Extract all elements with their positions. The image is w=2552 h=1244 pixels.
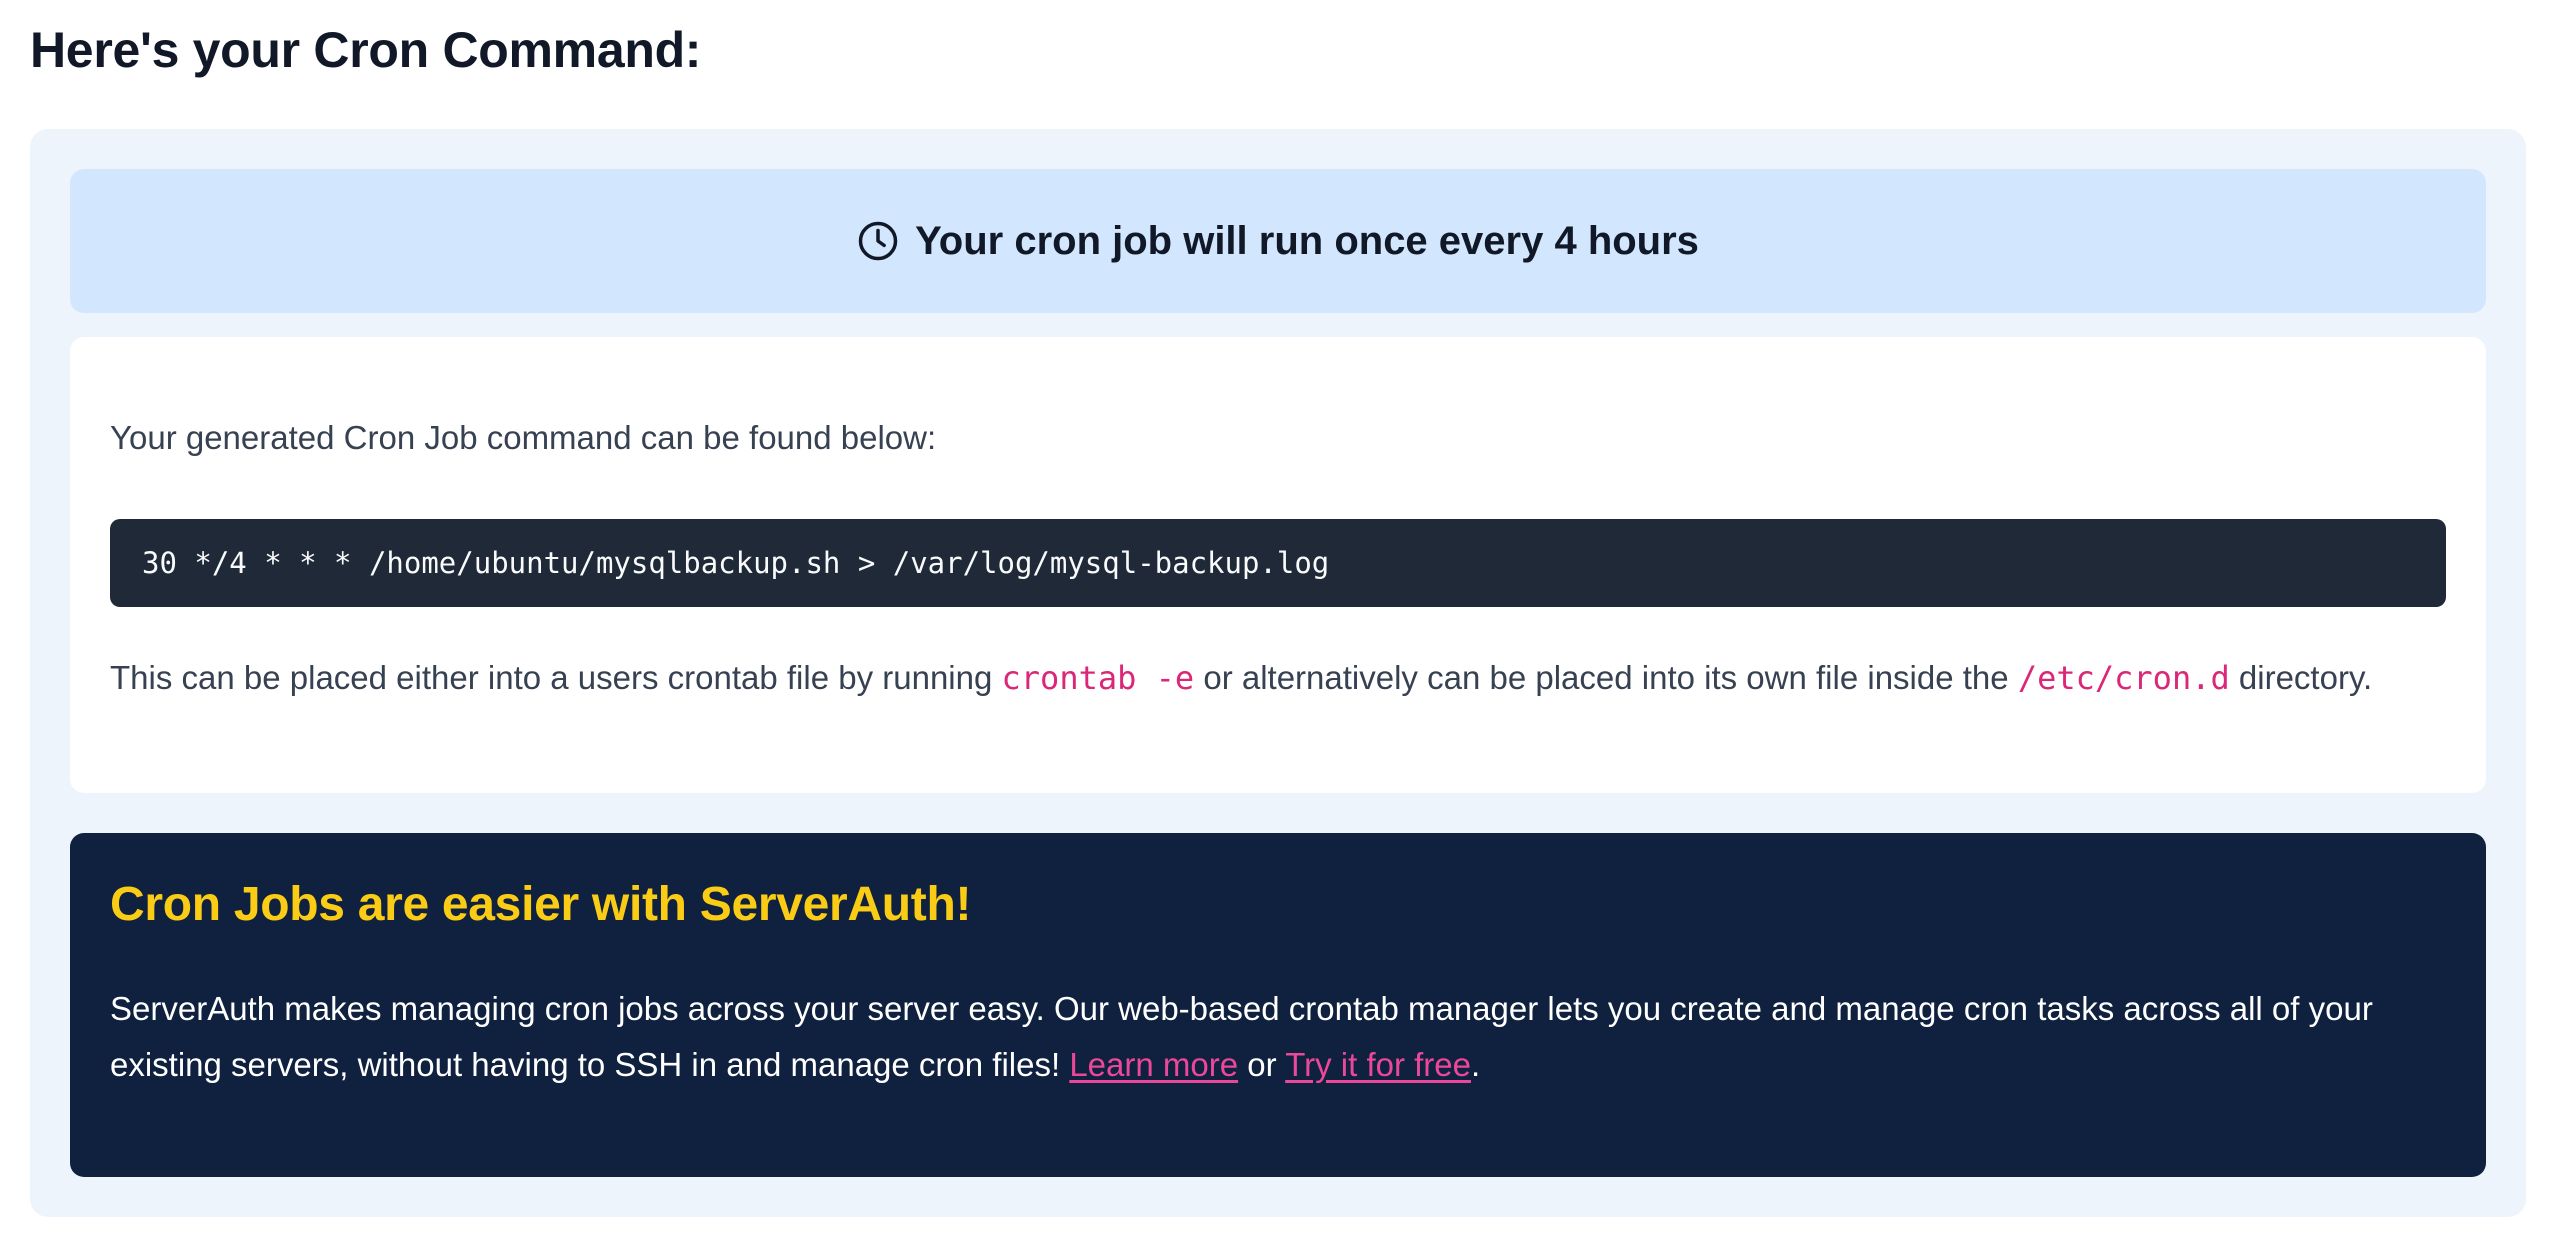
page: Here's your Cron Command: Your cron job … (0, 0, 2552, 1244)
command-card: Your generated Cron Job command can be f… (70, 337, 2486, 793)
placement-middle: or alternatively can be placed into its … (1194, 659, 2018, 696)
page-title: Here's your Cron Command: (30, 22, 702, 78)
placement-instructions: This can be placed either into a users c… (110, 659, 2446, 697)
crontab-command: crontab -e (1001, 659, 1195, 697)
cron-directory: /etc/cron.d (2017, 659, 2230, 697)
cron-command-code[interactable]: 30 */4 * * * /home/ubuntu/mysqlbackup.sh… (110, 519, 2446, 607)
result-panel: Your cron job will run once every 4 hour… (30, 129, 2526, 1217)
promo-or-text: or (1238, 1046, 1286, 1083)
clock-icon (857, 220, 899, 262)
command-intro: Your generated Cron Job command can be f… (110, 419, 937, 456)
promo-card: Cron Jobs are easier with ServerAuth! Se… (70, 833, 2486, 1177)
learn-more-link[interactable]: Learn more (1069, 1046, 1238, 1083)
promo-end-text: . (1471, 1046, 1481, 1083)
promo-body: ServerAuth makes managing cron jobs acro… (110, 981, 2410, 1093)
promo-title: Cron Jobs are easier with ServerAuth! (110, 878, 972, 931)
schedule-description: Your cron job will run once every 4 hour… (915, 218, 1699, 263)
placement-suffix: directory. (2229, 659, 2373, 696)
placement-prefix: This can be placed either into a users c… (110, 659, 1002, 696)
try-free-link[interactable]: Try it for free (1285, 1046, 1471, 1083)
schedule-banner: Your cron job will run once every 4 hour… (70, 169, 2486, 313)
